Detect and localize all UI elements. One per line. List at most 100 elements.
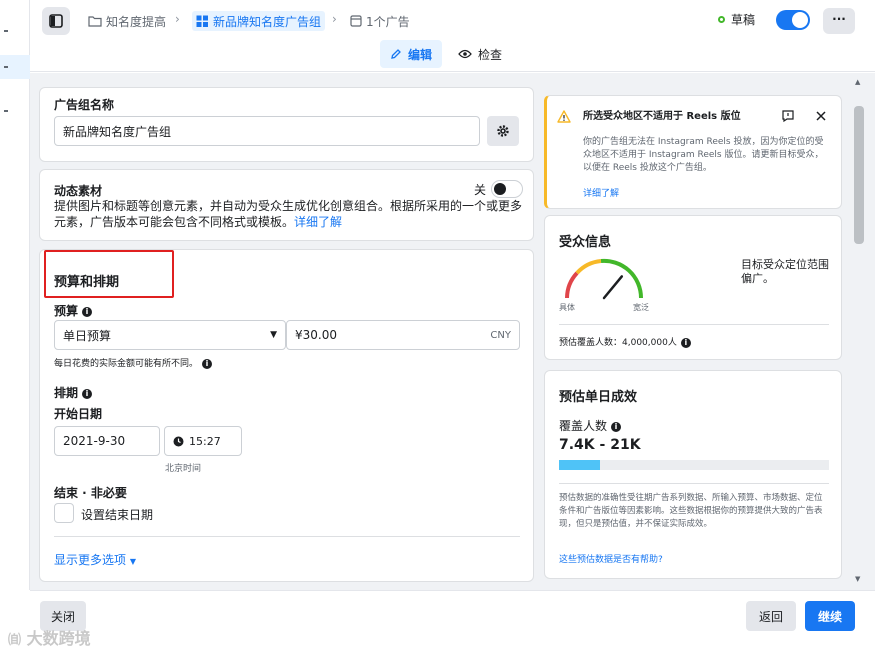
breadcrumb-campaign-label: 知名度提高 [106,14,167,29]
budget-type-value: 单日预算 [63,328,112,343]
panel-icon [49,14,63,28]
audience-card: 受众信息 具体 宽泛 目标受众定位范围偏广。 预估覆盖人数：4,000,000人… [544,215,842,360]
main-content: 广告组名称 新品牌知名度广告组 动态素材 关 提供图片和标题等创意元素，并自动为… [30,73,875,590]
breadcrumb-ads[interactable]: 1个广告 [350,11,410,31]
left-panel-mark [4,66,8,68]
start-date-input[interactable]: 2021-9-30 [54,426,160,456]
end-date-label: 结束 · 非必要 [54,486,127,500]
budget-type-select[interactable]: 单日预算 ▼ [54,320,286,350]
breadcrumb-adset[interactable]: 新品牌知名度广告组 [192,11,326,31]
continue-button[interactable]: 继续 [805,601,855,631]
reels-warning-card: 所选受众地区不适用于 Reels 版位 你的广告组无法在 Instagram R… [544,95,842,209]
divider [559,483,829,484]
estimates-feedback-link[interactable]: 这些预估数据是否有帮助? [559,552,663,565]
back-button[interactable]: 返回 [746,601,796,631]
info-icon: i [82,306,93,317]
toggle-knob [494,183,506,195]
warning-body: 你的广告组无法在 Instagram Reels 投放，因为你定位的受众地区不适… [583,137,824,173]
left-panel-edge [0,0,30,590]
budget-schedule-card: 预算和排期 预算 i 单日预算 ▼ ¥30.00 CNY 每日花费的实际金额可能有… [39,249,534,582]
warning-title: 所选受众地区不适用于 Reels 版位 [583,111,741,122]
gauge-right-label: 宽泛 [633,303,649,312]
budget-label-text: 预算 [54,304,79,318]
draft-status: 草稿 [718,11,755,28]
show-more-options-link[interactable]: 显示更多选项 ▼ [54,551,136,568]
adset-name-value: 新品牌知名度广告组 [63,124,172,139]
dynamic-creative-description: 提供图片和标题等创意元素，并自动为受众生成优化创意组合。根据所采用的一个或更多元… [54,198,524,230]
reach-bar-track [559,460,829,470]
close-icon[interactable] [815,110,827,122]
info-icon: i [202,358,213,369]
warning-icon [557,110,571,123]
breadcrumb-campaign[interactable]: 知名度提高 [88,11,166,31]
start-time-value: 15:27 [189,434,221,448]
info-icon: i [680,337,691,348]
potential-reach-value: 4,000,000人 [622,338,677,348]
daily-results-card: 预估单日成效 覆盖人数 i 7.4K - 21K 预估数据的准确性受往期广告系列数… [544,370,842,579]
grid-icon [196,15,208,27]
audience-title: 受众信息 [559,235,612,250]
currency-label: CNY [490,329,511,341]
bottom-bar: 关闭 返回 继续 [30,590,875,655]
dynamic-creative-title: 动态素材 [54,184,103,198]
scrollbar-thumb[interactable] [854,106,864,244]
left-panel-mark [4,110,8,112]
scroll-down-icon[interactable]: ▼ [855,575,860,583]
warning-learn-more-link[interactable]: 详细了解 [583,186,619,199]
reach-range: 7.4K - 21K [559,437,641,453]
tab-edit-label: 编辑 [407,47,432,62]
reach-bar-fill [559,460,600,470]
breadcrumb-adset-label: 新品牌知名度广告组 [213,14,322,29]
watermark: ㉂ 大数跨境 [8,625,91,649]
chevron-right-icon: › [332,12,337,26]
gauge-needle [602,275,624,300]
left-panel-mark [4,30,8,32]
budget-note-text: 每日花费的实际金额可能有所不同。 [54,359,199,369]
potential-reach: 预估覆盖人数：4,000,000人 i [559,335,691,348]
settings-button[interactable] [487,116,519,146]
tab-review-label: 检查 [478,47,503,62]
start-time-input[interactable]: 15:27 [164,426,242,456]
info-icon: i [82,388,93,399]
budget-amount-input[interactable]: ¥30.00 CNY [286,320,520,350]
folder-icon [88,16,102,27]
ad-icon [350,15,362,27]
toggle-panel-button[interactable] [42,7,70,35]
dynamic-creative-toggle[interactable] [491,180,523,198]
caret-down-icon: ▼ [270,330,277,340]
section-title: 预算和排期 [54,275,120,290]
watermark-logo: ㉂ [8,633,22,648]
adset-name-label: 广告组名称 [54,98,115,112]
divider [559,324,829,325]
disclaimer: 预估数据的准确性受往期广告系列数据、所输入预算、市场数据、定位条件和广告版位等因… [559,493,823,529]
pencil-icon [391,49,401,59]
gauge-left-label: 具体 [559,303,575,312]
adset-toggle[interactable] [776,10,810,30]
tab-edit[interactable]: 编辑 [380,40,442,68]
budget-label: 预算 i [54,302,93,319]
daily-results-title: 预估单日成效 [559,390,638,405]
app-root: 知名度提高 › 新品牌知名度广告组 › 1个广告 草稿 ··· 编辑 检查 广告… [0,0,875,655]
audience-status: 目标受众定位范围偏广。 [741,258,829,285]
feedback-icon[interactable] [781,109,795,123]
start-date-value: 2021-9-30 [63,434,126,448]
end-date-checkbox[interactable] [54,503,74,523]
draft-status-label: 草稿 [731,13,756,27]
scrollbar[interactable]: ▲ ▼ [854,78,864,588]
learn-more-link[interactable]: 详细了解 [294,215,342,229]
chevron-right-icon: › [175,12,180,26]
tab-review[interactable]: 检查 [458,40,502,68]
adset-name-input[interactable]: 新品牌知名度广告组 [54,116,480,146]
watermark-text: 大数跨境 [26,629,91,648]
dynamic-creative-toggle-label: 关 [474,183,487,197]
scroll-up-icon[interactable]: ▲ [855,78,860,86]
show-more-label: 显示更多选项 [54,553,127,567]
eye-icon [458,49,472,59]
info-icon: i [611,421,622,432]
budget-note: 每日花费的实际金额可能有所不同。 i [54,356,213,369]
more-options-button[interactable]: ··· [823,8,855,34]
top-bar: 知名度提高 › 新品牌知名度广告组 › 1个广告 草稿 ··· 编辑 检查 [30,0,875,72]
toggle-knob [792,12,808,28]
end-date-checkbox-label: 设置结束日期 [81,508,154,522]
audience-gauge [565,258,644,300]
